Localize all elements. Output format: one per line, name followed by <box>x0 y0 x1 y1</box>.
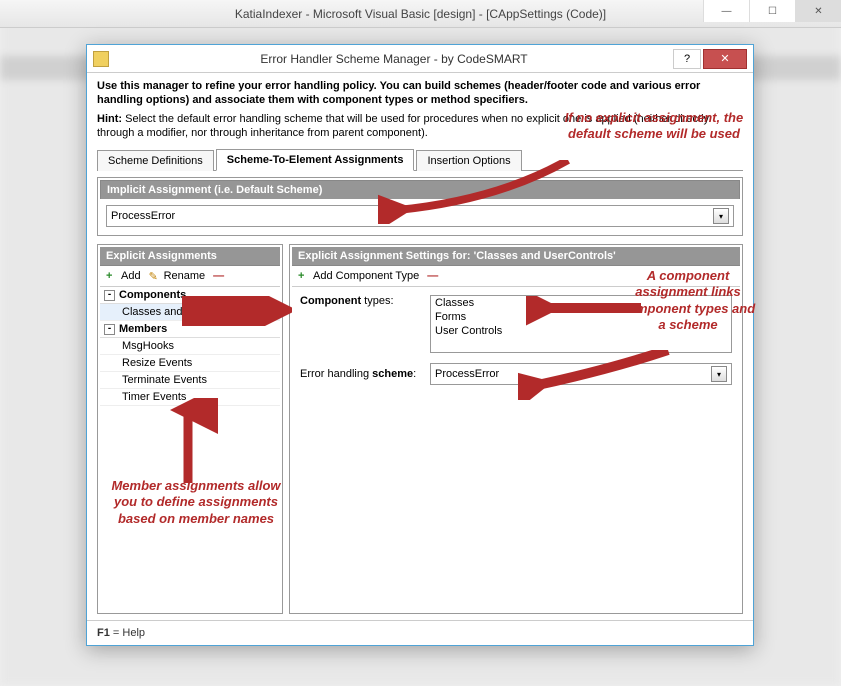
tab-scheme-definitions[interactable]: Scheme Definitions <box>97 150 214 171</box>
chevron-down-icon: ▾ <box>713 208 729 224</box>
intro-text: Use this manager to refine your error ha… <box>97 79 743 108</box>
footer-key: F1 <box>97 627 110 639</box>
tab-insertion-options[interactable]: Insertion Options <box>416 150 521 171</box>
minimize-button[interactable]: — <box>703 0 749 22</box>
tree-item[interactable]: MsgHooks <box>100 338 280 355</box>
dialog-intro: Use this manager to refine your error ha… <box>87 73 753 148</box>
implicit-header: Implicit Assignment (i.e. Default Scheme… <box>100 180 740 199</box>
maximize-button[interactable]: ☐ <box>749 0 795 22</box>
chevron-down-icon: ▾ <box>711 366 727 382</box>
collapse-icon: - <box>104 290 115 301</box>
explicit-settings-panel: Explicit Assignment Settings for: 'Class… <box>289 244 743 614</box>
tree-group-components[interactable]: -Components <box>100 287 280 304</box>
explicit-assignments-panel: Explicit Assignments +Add ✎Rename — -Com… <box>97 244 283 614</box>
component-types-label: Component Component types:types: <box>300 295 430 353</box>
tree-item[interactable]: Terminate Events <box>100 372 280 389</box>
plus-icon: + <box>106 270 118 282</box>
remove-component-type-button[interactable]: — <box>427 270 439 282</box>
hint-label: Hint: <box>97 113 122 125</box>
minus-icon: — <box>213 270 225 282</box>
list-item[interactable]: Classes <box>431 296 731 310</box>
implicit-assignment-section: Implicit Assignment (i.e. Default Scheme… <box>97 177 743 236</box>
add-component-type-button[interactable]: +Add Component Type <box>298 270 419 282</box>
tab-scheme-to-element[interactable]: Scheme-To-Element Assignments <box>216 149 415 171</box>
assignments-tree: -Components Classes and UserControls -Me… <box>100 287 280 406</box>
tree-item-classes-usercontrols[interactable]: Classes and UserControls <box>100 304 280 321</box>
add-button[interactable]: +Add <box>106 270 141 282</box>
tree-group-members[interactable]: -Members <box>100 321 280 338</box>
dialog-close-button[interactable]: ✕ <box>703 49 747 69</box>
close-button[interactable]: ✕ <box>795 0 841 22</box>
dialog-footer: F1 = Help <box>87 620 753 645</box>
main-window-title: KatiaIndexer - Microsoft Visual Basic [d… <box>235 7 606 21</box>
list-item[interactable]: Forms <box>431 310 731 324</box>
default-scheme-value: ProcessError <box>111 210 175 222</box>
tree-item[interactable]: Timer Events <box>100 389 280 406</box>
error-handler-dialog: Error Handler Scheme Manager - by CodeSM… <box>86 44 754 646</box>
remove-button[interactable]: — <box>213 270 225 282</box>
scheme-label: Error handling scheme: <box>300 368 430 380</box>
scheme-dropdown[interactable]: ProcessError ▾ <box>430 363 732 385</box>
footer-text: = Help <box>110 627 145 639</box>
dialog-title: Error Handler Scheme Manager - by CodeSM… <box>117 52 671 66</box>
pencil-icon: ✎ <box>149 270 161 282</box>
tabs: Scheme Definitions Scheme-To-Element Ass… <box>97 148 743 171</box>
component-types-list[interactable]: Classes Forms User Controls <box>430 295 732 353</box>
plus-icon: + <box>298 270 310 282</box>
minus-icon: — <box>427 270 439 282</box>
main-titlebar: KatiaIndexer - Microsoft Visual Basic [d… <box>0 0 841 28</box>
settings-header: Explicit Assignment Settings for: 'Class… <box>292 247 740 266</box>
dialog-icon <box>93 51 109 67</box>
rename-button[interactable]: ✎Rename <box>149 270 206 282</box>
list-item[interactable]: User Controls <box>431 324 731 338</box>
default-scheme-dropdown[interactable]: ProcessError ▾ <box>106 205 734 227</box>
dialog-help-button[interactable]: ? <box>673 49 701 69</box>
tree-item[interactable]: Resize Events <box>100 355 280 372</box>
scheme-value: ProcessError <box>435 368 499 380</box>
dialog-titlebar: Error Handler Scheme Manager - by CodeSM… <box>87 45 753 73</box>
hint-text: Select the default error handling scheme… <box>97 113 709 139</box>
explicit-header: Explicit Assignments <box>100 247 280 266</box>
collapse-icon: - <box>104 324 115 335</box>
